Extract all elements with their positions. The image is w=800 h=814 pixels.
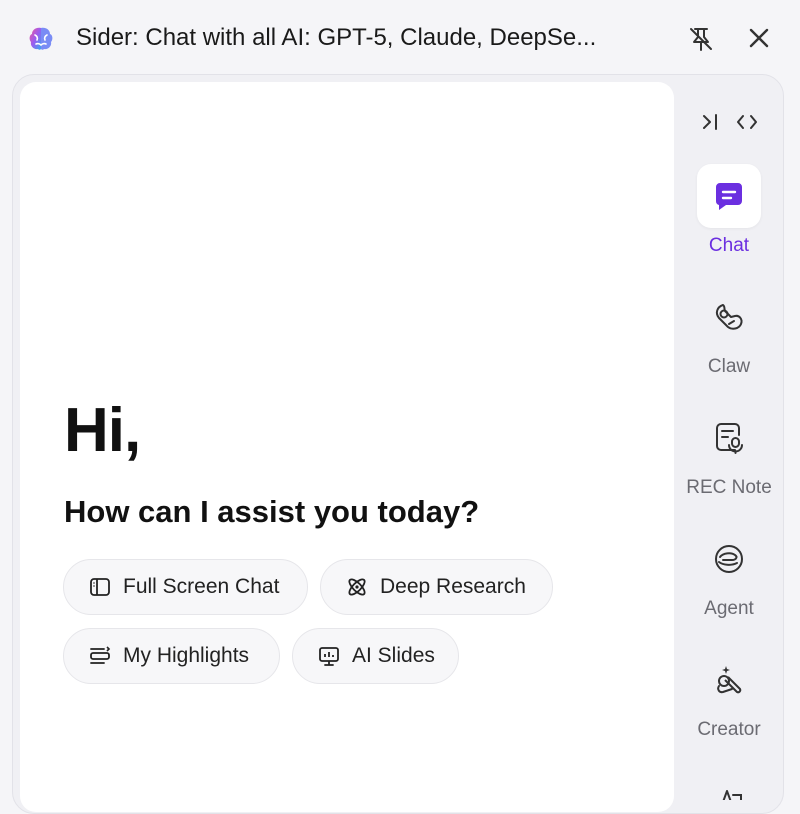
my-highlights-button[interactable]: My Highlights — [63, 628, 280, 684]
collapse-icon[interactable] — [698, 108, 724, 136]
claw-icon — [697, 285, 761, 349]
sidebar-item-label: REC Note — [686, 477, 772, 498]
code-icon[interactable] — [734, 108, 760, 136]
sidebar-item-agent[interactable]: Agent — [683, 527, 775, 621]
ai-slides-button[interactable]: AI Slides — [292, 628, 459, 684]
unpin-icon[interactable] — [686, 24, 716, 54]
rec-note-icon — [697, 406, 761, 470]
sidebar-item-more[interactable] — [683, 769, 775, 800]
sidebar-item-label: Claw — [707, 356, 751, 377]
title-bar: Sider: Chat with all AI: GPT-5, Claude, … — [0, 0, 800, 76]
highlight-list-icon — [88, 644, 112, 668]
presentation-icon — [317, 644, 341, 668]
chip-label: Deep Research — [380, 575, 526, 598]
chat-icon — [697, 164, 761, 228]
creator-icon — [697, 648, 761, 712]
chip-label: My Highlights — [123, 644, 250, 667]
sidebar-item-rec-note[interactable]: REC Note — [683, 406, 775, 500]
sidebar-item-label: Chat — [708, 235, 750, 256]
sidebar-item-label: Creator — [697, 719, 761, 740]
sidebar-item-chat[interactable]: Chat — [683, 164, 775, 258]
atom-icon — [345, 575, 369, 599]
chip-label: AI Slides — [352, 644, 435, 667]
assist-subtitle: How can I assist you today? — [64, 494, 480, 529]
translate-icon — [697, 769, 761, 800]
sidebar-item-label: Agent — [704, 598, 754, 619]
window-title: Sider: Chat with all AI: GPT-5, Claude, … — [76, 24, 597, 51]
full-screen-chat-button[interactable]: Full Screen Chat — [63, 559, 308, 615]
deep-research-button[interactable]: Deep Research — [320, 559, 553, 615]
agent-icon — [697, 527, 761, 591]
sidebar-layout-icon — [88, 575, 112, 599]
chip-label: Full Screen Chat — [123, 575, 280, 598]
greeting-heading: Hi, — [64, 396, 141, 465]
brain-icon — [26, 24, 56, 54]
sidebar-item-creator[interactable]: Creator — [683, 648, 775, 742]
close-icon[interactable] — [745, 24, 773, 52]
sidebar-item-claw[interactable]: Claw — [683, 285, 775, 379]
